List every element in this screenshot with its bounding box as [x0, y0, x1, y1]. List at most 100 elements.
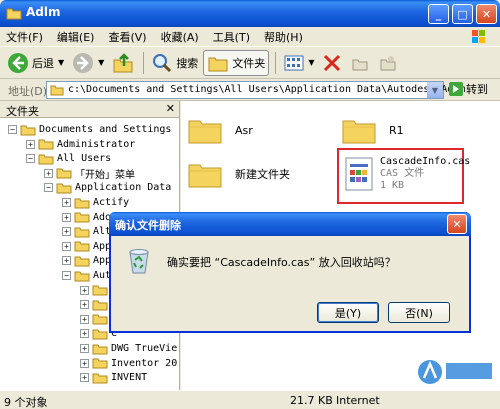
- search-icon: [153, 53, 172, 72]
- expand-toggle-icon[interactable]: +: [80, 300, 89, 310]
- search-button[interactable]: 搜索: [148, 50, 201, 76]
- toolbar: 后退 ▼ ▼ 搜索 文件夹 ▼: [0, 47, 500, 79]
- expand-toggle-icon[interactable]: −: [62, 271, 71, 280]
- folder-icon: [92, 329, 108, 340]
- maximize-button[interactable]: □: [452, 4, 473, 24]
- close-pane-icon[interactable]: ✕: [166, 102, 175, 115]
- expand-toggle-icon[interactable]: +: [80, 373, 89, 383]
- folder-item-asr[interactable]: Asr: [187, 115, 253, 145]
- file-icon: [345, 157, 373, 191]
- folder-item-new-folder[interactable]: 新建文件夹: [187, 159, 290, 189]
- cad-logo-watermark-icon: [418, 360, 492, 384]
- expand-toggle-icon[interactable]: +: [62, 256, 71, 266]
- chevron-down-icon: ▼: [98, 58, 105, 67]
- expand-toggle-icon[interactable]: +: [80, 358, 89, 368]
- confirm-delete-dialog: 确认文件删除 ✕ 确实要把 “CascadeInfo.cas” 放入回收站吗？ …: [109, 212, 471, 333]
- file-size: 1 KB: [380, 180, 405, 191]
- toolbar-separator: [143, 51, 145, 74]
- tree-node-label: Administrator: [57, 138, 136, 150]
- folder-icon: [74, 256, 90, 267]
- folder-icon: [74, 212, 90, 223]
- address-input[interactable]: c:\Documents and Settings\All Users\Appl…: [46, 81, 465, 99]
- dialog-message: 确实要把 “CascadeInfo.cas” 放入回收站吗？: [167, 256, 396, 269]
- menu-help[interactable]: 帮助(H): [264, 29, 303, 45]
- tree-node-label: Application Data: [75, 182, 172, 194]
- expand-toggle-icon[interactable]: −: [26, 154, 35, 164]
- folder-icon: [92, 358, 108, 369]
- folder-icon: [74, 198, 90, 208]
- expand-toggle-icon[interactable]: +: [62, 198, 71, 207]
- tree-node[interactable]: + Inventor 20: [80, 356, 177, 371]
- expand-toggle-icon[interactable]: +: [80, 344, 89, 353]
- forward-button[interactable]: ▼: [69, 50, 107, 76]
- back-button[interactable]: 后退 ▼: [4, 50, 67, 76]
- folder-icon: [38, 154, 54, 165]
- tree-node-label: Documents and Settings: [39, 124, 172, 135]
- folder-icon: [20, 125, 36, 135]
- file-type: CAS 文件: [380, 168, 425, 179]
- tree-node[interactable]: − All Users: [26, 151, 111, 166]
- expand-toggle-icon[interactable]: +: [26, 139, 35, 149]
- menu-file[interactable]: 文件(F): [6, 29, 43, 45]
- yes-button[interactable]: 是(Y): [317, 302, 379, 323]
- address-dropdown-button[interactable]: ▼: [427, 82, 443, 98]
- folder-icon: [92, 314, 108, 325]
- expand-toggle-icon[interactable]: +: [62, 241, 71, 251]
- menu-favorites[interactable]: 收藏(A): [161, 29, 199, 45]
- expand-toggle-icon[interactable]: +: [80, 314, 89, 324]
- tree-node[interactable]: + 「开始」菜单: [44, 166, 135, 181]
- folders-button[interactable]: 文件夹: [203, 49, 270, 76]
- menu-view[interactable]: 查看(V): [108, 29, 146, 45]
- dialog-close-button[interactable]: ✕: [447, 214, 467, 234]
- up-folder-button[interactable]: [109, 50, 137, 76]
- close-button[interactable]: ✕: [476, 4, 497, 24]
- folder-icon: [92, 300, 108, 311]
- tree-node[interactable]: − Application Data: [44, 180, 171, 195]
- folder-icon: [92, 344, 108, 354]
- tree-node[interactable]: + Administrator: [26, 137, 135, 152]
- dialog-title: 确认文件删除: [115, 219, 181, 232]
- expand-toggle-icon[interactable]: −: [44, 183, 53, 193]
- expand-toggle-icon[interactable]: +: [80, 285, 89, 295]
- tree-node[interactable]: − Documents and Settings: [8, 122, 171, 137]
- views-icon: [284, 55, 304, 70]
- file-item-cascadeinfo[interactable]: CascadeInfo.cas CAS 文件 1 KB: [344, 156, 470, 192]
- folders-icon: [208, 57, 228, 71]
- folder-icon: [342, 120, 376, 144]
- copy-to-button[interactable]: [375, 50, 401, 76]
- minimize-button[interactable]: _: [428, 4, 449, 24]
- go-arrow-icon: [449, 82, 463, 96]
- move-to-button[interactable]: [347, 50, 373, 76]
- address-label: 地址(D): [8, 85, 48, 98]
- no-button[interactable]: 否(N): [388, 302, 450, 323]
- folder-icon: [74, 241, 90, 252]
- folder-icon: [92, 373, 108, 384]
- tree-node-label: DWG TrueVie: [111, 343, 178, 354]
- go-button[interactable]: 转到: [449, 81, 488, 97]
- delete-button[interactable]: [319, 50, 345, 76]
- folder-item-r1[interactable]: R1: [341, 115, 404, 145]
- menu-tools[interactable]: 工具(T): [213, 29, 250, 45]
- dialog-title-bar[interactable]: 确认文件删除 ✕: [109, 212, 471, 236]
- expand-toggle-icon[interactable]: −: [8, 125, 17, 134]
- expand-toggle-icon[interactable]: +: [62, 227, 71, 237]
- title-bar[interactable]: Adlm _ □ ✕: [0, 0, 500, 27]
- expand-toggle-icon[interactable]: +: [44, 168, 53, 178]
- folder-icon: [188, 120, 222, 144]
- expand-toggle-icon[interactable]: +: [62, 212, 71, 222]
- windows-logo-icon: [472, 30, 485, 43]
- chevron-down-icon: ▼: [58, 58, 65, 67]
- views-button[interactable]: ▼: [280, 50, 317, 76]
- folder-icon: [56, 168, 72, 179]
- tree-node[interactable]: + DWG TrueVie: [80, 341, 177, 356]
- folder-icon: [92, 285, 108, 296]
- tree-node[interactable]: + Actify: [62, 195, 129, 210]
- file-name: CascadeInfo.cas: [380, 156, 471, 167]
- expand-toggle-icon[interactable]: +: [80, 329, 89, 339]
- menu-edit[interactable]: 编辑(E): [57, 29, 95, 45]
- copy-to-icon: [380, 55, 396, 70]
- chevron-down-icon: ▼: [308, 58, 315, 67]
- up-folder-icon: [113, 52, 133, 72]
- address-bar: 地址(D) c:\Documents and Settings\All User…: [0, 79, 500, 101]
- tree-node[interactable]: + INVENT: [80, 370, 147, 385]
